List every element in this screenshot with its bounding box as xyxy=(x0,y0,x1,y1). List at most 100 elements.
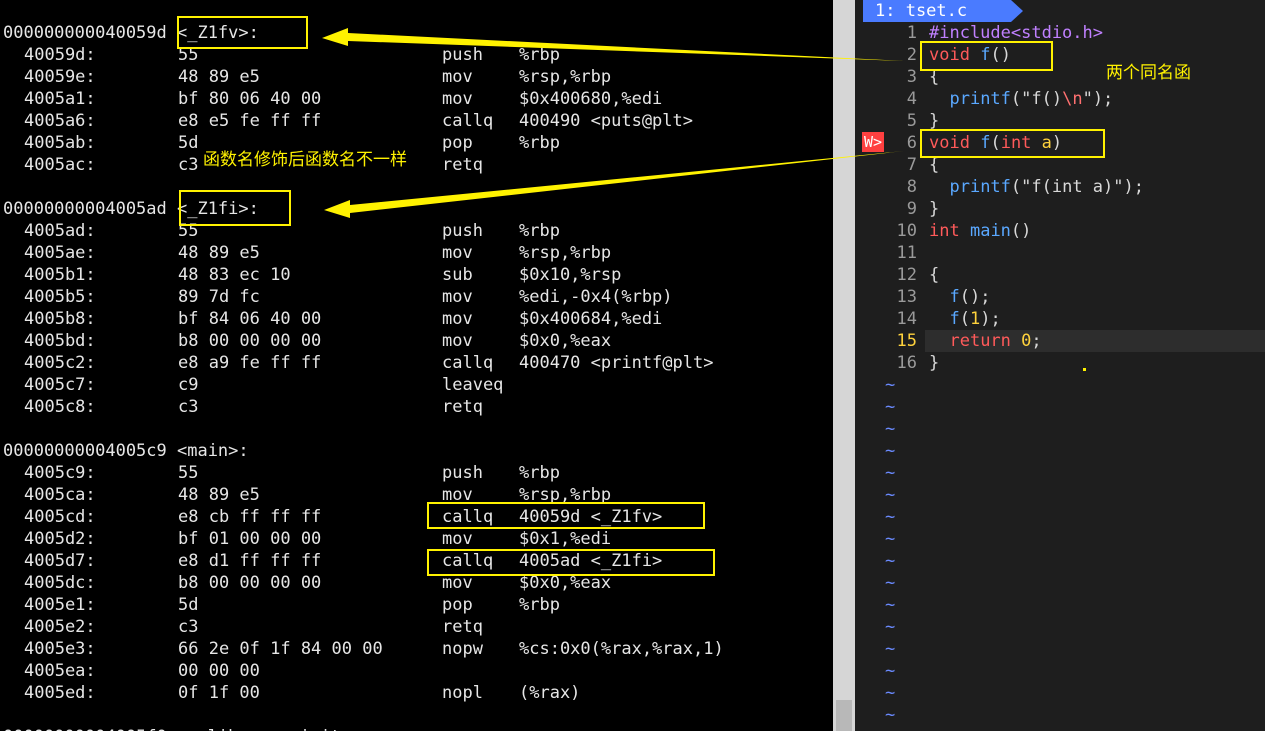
instruction-address: 4005c7: xyxy=(24,375,96,395)
code-token: #include<stdio.h> xyxy=(929,23,1103,43)
code-text: f(); xyxy=(929,286,990,308)
code-line[interactable]: 1 #include<stdio.h> xyxy=(855,22,1265,44)
code-line[interactable]: 15 return 0; xyxy=(855,330,1265,352)
instruction-operands: $0x0,%eax xyxy=(519,331,612,351)
code-line[interactable]: 9} xyxy=(855,198,1265,220)
instruction-mnemonic: mov xyxy=(442,67,473,87)
instruction-bytes: 48 89 e5 xyxy=(178,243,260,263)
code-text: f(1); xyxy=(929,308,1000,330)
instruction-bytes: e8 e5 fe ff ff xyxy=(178,111,322,131)
code-text: } xyxy=(929,198,939,220)
instruction-address: 4005ac: xyxy=(24,155,96,175)
code-token: () xyxy=(1010,221,1032,241)
code-token: main xyxy=(969,221,1011,241)
instruction-address: 40059d: xyxy=(24,45,96,65)
instruction-address: 4005a1: xyxy=(24,89,96,109)
code-token: void xyxy=(929,133,970,153)
instruction-bytes: e8 d1 ff ff ff xyxy=(178,551,322,571)
code-text: } xyxy=(929,352,939,374)
code-token: printf xyxy=(949,89,1011,109)
code-token: int xyxy=(929,221,960,241)
instruction-mnemonic: retq xyxy=(442,397,483,417)
line-number: 14 xyxy=(896,309,917,329)
line-number: 16 xyxy=(896,353,917,373)
disassembly-terminal: 000000000040059d <_Z1fv>: 40059d: 55 push %r… xyxy=(0,0,833,731)
instruction-operands: %rbp xyxy=(519,595,560,615)
code-token: return xyxy=(949,331,1011,351)
code-token: int xyxy=(1000,133,1032,153)
function-label: 000000000040059d <_Z1fv>: xyxy=(3,23,259,43)
instruction-address: 4005c8: xyxy=(24,397,96,417)
code-token: f xyxy=(980,133,991,153)
instruction-address: 4005ae: xyxy=(24,243,96,263)
instruction-bytes: b8 00 00 00 00 xyxy=(178,331,322,351)
code-line[interactable]: 8 printf("f(int a)"); xyxy=(855,176,1265,198)
instruction-address: 4005d7: xyxy=(24,551,96,571)
code-token: void xyxy=(929,45,970,65)
code-line[interactable]: 12 { xyxy=(855,264,1265,286)
code-line[interactable]: 7{ xyxy=(855,154,1265,176)
instruction-bytes: c3 xyxy=(178,397,199,417)
instruction-operands: %rbp xyxy=(519,45,560,65)
instruction-operands: 400490 <puts@plt> xyxy=(519,111,693,131)
code-token: (); xyxy=(959,287,991,307)
code-line[interactable]: 3{ xyxy=(855,66,1265,88)
instruction-mnemonic: retq xyxy=(442,617,483,637)
empty-line-tilde: ~ xyxy=(885,529,896,549)
code-line[interactable]: 4 printf("f()\n"); xyxy=(855,88,1265,110)
instruction-mnemonic: sub xyxy=(442,265,473,285)
code-line[interactable]: 13 f(); xyxy=(855,286,1265,308)
instruction-mnemonic: mov xyxy=(442,89,473,109)
code-line[interactable]: 16} xyxy=(855,352,1265,374)
code-line[interactable]: 11 xyxy=(855,242,1265,264)
instruction-bytes: e8 cb ff ff ff xyxy=(178,507,322,527)
instruction-mnemonic: callq xyxy=(442,353,494,373)
empty-line-tilde: ~ xyxy=(885,639,896,659)
instruction-bytes: 48 89 e5 xyxy=(178,485,260,505)
line-number: 9 xyxy=(906,199,917,219)
empty-line-tilde: ~ xyxy=(885,595,896,615)
scrollbar-thumb[interactable] xyxy=(836,700,852,731)
function-label: 00000000004005f0 <__libc_csu_init>: xyxy=(3,726,361,731)
code-token: { xyxy=(929,155,940,175)
instruction-mnemonic: mov xyxy=(442,529,473,549)
instruction-address: 4005b8: xyxy=(24,309,96,329)
tab-tset-c[interactable]: 1: tset.c xyxy=(863,0,1023,22)
instruction-operands: 40059d <_Z1fv> xyxy=(519,507,663,527)
instruction-address: 4005c2: xyxy=(24,353,96,373)
code-token: ( xyxy=(990,133,1001,153)
instruction-operands: %cs:0x0(%rax,%rax,1) xyxy=(519,639,724,659)
code-token: () xyxy=(990,45,1011,65)
line-number: 3 xyxy=(906,67,917,87)
empty-line-tilde: ~ xyxy=(885,705,896,725)
line-number: 2 xyxy=(906,45,917,65)
instruction-bytes: 00 00 00 xyxy=(178,661,260,681)
vim-editor-pane[interactable]: 1: tset.c W> 1 #include<stdio.h> 2 void f()… xyxy=(855,0,1265,731)
code-line[interactable]: 5} xyxy=(855,110,1265,132)
instruction-mnemonic: retq xyxy=(442,155,483,175)
instruction-operands: 4005ad <_Z1fi> xyxy=(519,551,663,571)
code-token: f xyxy=(980,45,991,65)
code-token: ("f(int a)"); xyxy=(1010,177,1144,197)
code-line[interactable]: 14 f(1); xyxy=(855,308,1265,330)
code-line[interactable]: 10 int main() xyxy=(855,220,1265,242)
instruction-mnemonic: mov xyxy=(442,573,473,593)
instruction-bytes: c3 xyxy=(178,155,199,175)
line-number: 12 xyxy=(896,265,917,285)
empty-line-tilde: ~ xyxy=(885,683,896,703)
instruction-address: 4005a6: xyxy=(24,111,96,131)
instruction-mnemonic: nopl xyxy=(442,683,483,703)
code-line[interactable]: 2 void f() xyxy=(855,44,1265,66)
code-line[interactable]: 6 void f(int a) xyxy=(855,132,1265,154)
window-divider-scrollbar[interactable] xyxy=(833,0,855,731)
tab-label: 1: tset.c xyxy=(875,1,968,21)
code-token: f xyxy=(949,309,960,329)
line-number: 1 xyxy=(906,23,917,43)
code-token: printf xyxy=(949,177,1011,197)
